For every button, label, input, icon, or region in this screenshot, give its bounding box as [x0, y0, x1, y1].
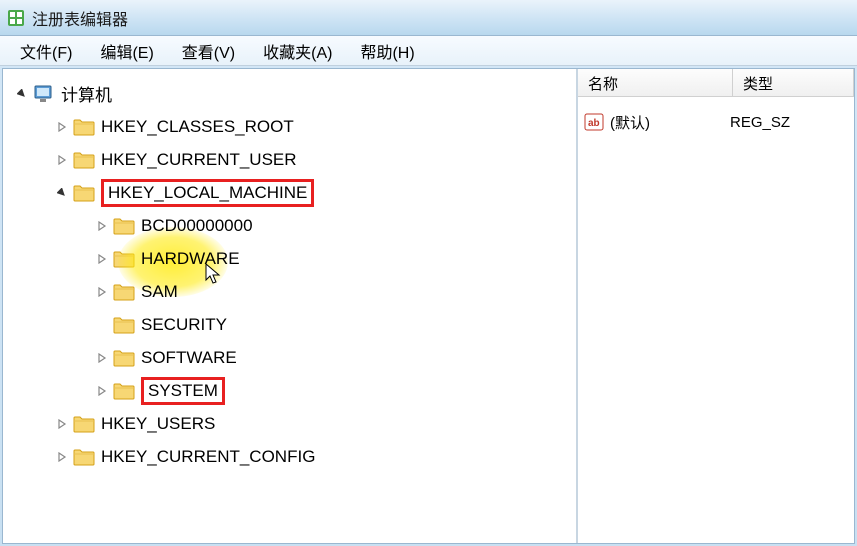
expander-icon[interactable] — [95, 351, 109, 365]
tree-node-label: SAM — [141, 282, 178, 302]
tree-node-hkey-users[interactable]: HKEY_USERS — [3, 407, 576, 440]
folder-icon — [113, 250, 135, 268]
menu-file[interactable]: 文件(F) — [6, 35, 86, 67]
tree-node-label: 计算机 — [61, 81, 112, 106]
tree-node-label: BCD00000000 — [141, 216, 253, 236]
registry-editor-window: 注册表编辑器 文件(F) 编辑(E) 查看(V) 收藏夹(A) 帮助(H) — [0, 0, 857, 546]
expander-icon[interactable] — [55, 153, 69, 167]
folder-icon — [73, 184, 95, 202]
tree-root-computer[interactable]: 计算机 — [3, 77, 576, 110]
menu-edit[interactable]: 编辑(E) — [86, 35, 167, 67]
tree-node-label: HKEY_LOCAL_MACHINE — [101, 179, 314, 207]
expander-icon[interactable] — [55, 450, 69, 464]
menu-view[interactable]: 查看(V) — [168, 35, 249, 67]
tree-node-system[interactable]: SYSTEM — [3, 374, 576, 407]
folder-icon — [113, 382, 135, 400]
tree-node-hkey-local-machine[interactable]: HKEY_LOCAL_MACHINE — [3, 176, 576, 209]
tree-node-security[interactable]: SECURITY — [3, 308, 576, 341]
folder-icon — [73, 415, 95, 433]
content-area: 计算机 HKEY_CLASSES_ROOT HKEY_CURRENT_USER HK… — [2, 68, 855, 544]
folder-icon — [73, 151, 95, 169]
svg-text:ab: ab — [588, 118, 600, 129]
folder-icon — [113, 349, 135, 367]
tree-node-hkey-current-config[interactable]: HKEY_CURRENT_CONFIG — [3, 440, 576, 473]
folder-icon — [73, 118, 95, 136]
value-list-panel[interactable]: 名称 类型 ab (默认) REG_SZ — [578, 69, 854, 543]
menu-favorites[interactable]: 收藏夹(A) — [249, 35, 346, 67]
tree-node-sam[interactable]: SAM — [3, 275, 576, 308]
titlebar: 注册表编辑器 — [0, 0, 857, 36]
list-header: 名称 类型 — [578, 69, 854, 97]
folder-icon — [113, 217, 135, 235]
expander-icon[interactable] — [95, 252, 109, 266]
expander-icon[interactable] — [95, 318, 109, 332]
expander-icon[interactable] — [95, 285, 109, 299]
tree-node-label: HARDWARE — [141, 249, 240, 269]
list-header-name[interactable]: 名称 — [578, 69, 733, 96]
value-name: (默认) — [610, 112, 730, 133]
list-header-type[interactable]: 类型 — [733, 69, 854, 96]
tree-node-label: SYSTEM — [141, 377, 225, 405]
folder-icon — [73, 448, 95, 466]
value-type: REG_SZ — [730, 114, 790, 131]
tree-node-hkey-current-user[interactable]: HKEY_CURRENT_USER — [3, 143, 576, 176]
tree-node-label: HKEY_CURRENT_CONFIG — [101, 447, 315, 467]
app-icon — [6, 8, 26, 28]
menu-help[interactable]: 帮助(H) — [346, 35, 428, 67]
expander-icon[interactable] — [55, 186, 69, 200]
tree-node-label: SOFTWARE — [141, 348, 237, 368]
tree-node-label: HKEY_USERS — [101, 414, 215, 434]
menubar: 文件(F) 编辑(E) 查看(V) 收藏夹(A) 帮助(H) — [0, 36, 857, 66]
expander-icon[interactable] — [15, 87, 29, 101]
tree-node-hkey-classes-root[interactable]: HKEY_CLASSES_ROOT — [3, 110, 576, 143]
tree-node-bcd00000000[interactable]: BCD00000000 — [3, 209, 576, 242]
expander-icon[interactable] — [95, 384, 109, 398]
expander-icon[interactable] — [55, 417, 69, 431]
tree-node-label: HKEY_CLASSES_ROOT — [101, 117, 294, 137]
string-value-icon: ab — [584, 112, 604, 132]
tree-node-hardware[interactable]: HARDWARE — [3, 242, 576, 275]
list-body: ab (默认) REG_SZ — [578, 97, 854, 147]
tree-panel[interactable]: 计算机 HKEY_CLASSES_ROOT HKEY_CURRENT_USER HK… — [3, 69, 578, 543]
computer-icon — [33, 84, 55, 104]
folder-icon — [113, 316, 135, 334]
expander-icon[interactable] — [95, 219, 109, 233]
window-title: 注册表编辑器 — [32, 6, 128, 30]
list-row[interactable]: ab (默认) REG_SZ — [578, 107, 854, 137]
folder-icon — [113, 283, 135, 301]
tree-node-label: SECURITY — [141, 315, 227, 335]
tree-node-software[interactable]: SOFTWARE — [3, 341, 576, 374]
tree-node-label: HKEY_CURRENT_USER — [101, 150, 297, 170]
expander-icon[interactable] — [55, 120, 69, 134]
